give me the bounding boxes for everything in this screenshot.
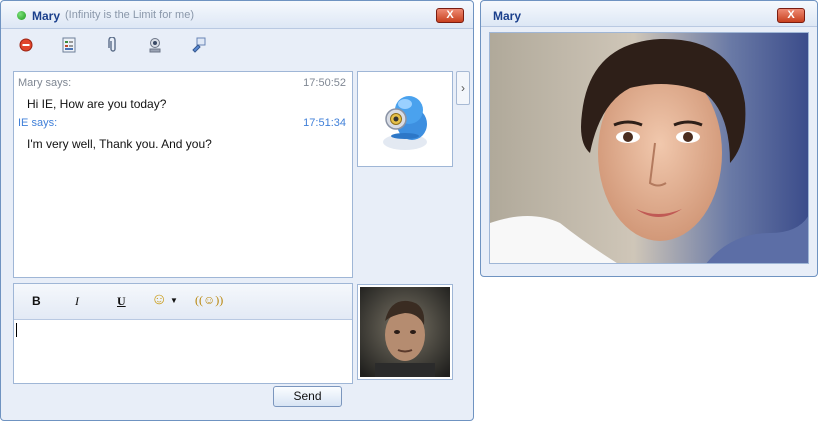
bold-button[interactable]: B [32,294,41,308]
message-time: 17:51:34 [303,117,346,129]
underline-button[interactable]: U [117,294,126,309]
emoticon-icon[interactable]: ☺ [151,291,167,309]
chat-titlebar: Mary (Infinity is the Limit for me) X [1,1,473,29]
contact-display-picture [489,32,809,264]
user-photo [360,287,450,377]
close-button[interactable]: X [436,8,464,23]
picture-window-title: Mary [493,9,522,23]
messenger-buddy-icon [383,96,427,150]
message-sender: Mary says: [18,77,72,89]
contact-card-icon[interactable] [61,37,77,53]
nudge-icon[interactable]: ((☺)) [195,293,223,308]
online-status-icon [17,11,26,20]
send-button[interactable]: Send [273,386,342,407]
contact-status-message: (Infinity is the Limit for me) [65,9,194,21]
expand-panel-button[interactable]: › [456,71,470,105]
message-text: I'm very well, Thank you. And you? [27,137,212,151]
block-icon[interactable] [18,37,34,53]
message-text: Hi IE, How are you today? [27,97,167,111]
contact-photo [490,33,808,263]
webcam-icon[interactable] [147,37,163,53]
contact-name: Mary [32,9,61,23]
format-toolbar: B I U ☺ ▼ ((☺)) [14,284,352,320]
conversation-history[interactable]: Mary says: 17:50:52 Hi IE, How are you t… [13,71,353,278]
my-avatar[interactable] [357,284,453,380]
share-icon[interactable] [191,37,207,53]
message-sender: IE says: [18,117,58,129]
picture-window-titlebar: Mary X [481,1,817,27]
close-button[interactable]: X [777,8,805,23]
contact-picture-window: Mary X [480,0,818,277]
compose-area: B I U ☺ ▼ ((☺)) [13,283,353,384]
chevron-down-icon[interactable]: ▼ [170,296,178,305]
message-time: 17:50:52 [303,77,346,89]
contact-avatar[interactable] [357,71,453,167]
attach-icon[interactable] [105,37,121,53]
chat-window: Mary (Infinity is the Limit for me) X Ma… [0,0,474,421]
compose-input[interactable] [16,323,17,337]
italic-button[interactable]: I [75,294,79,309]
